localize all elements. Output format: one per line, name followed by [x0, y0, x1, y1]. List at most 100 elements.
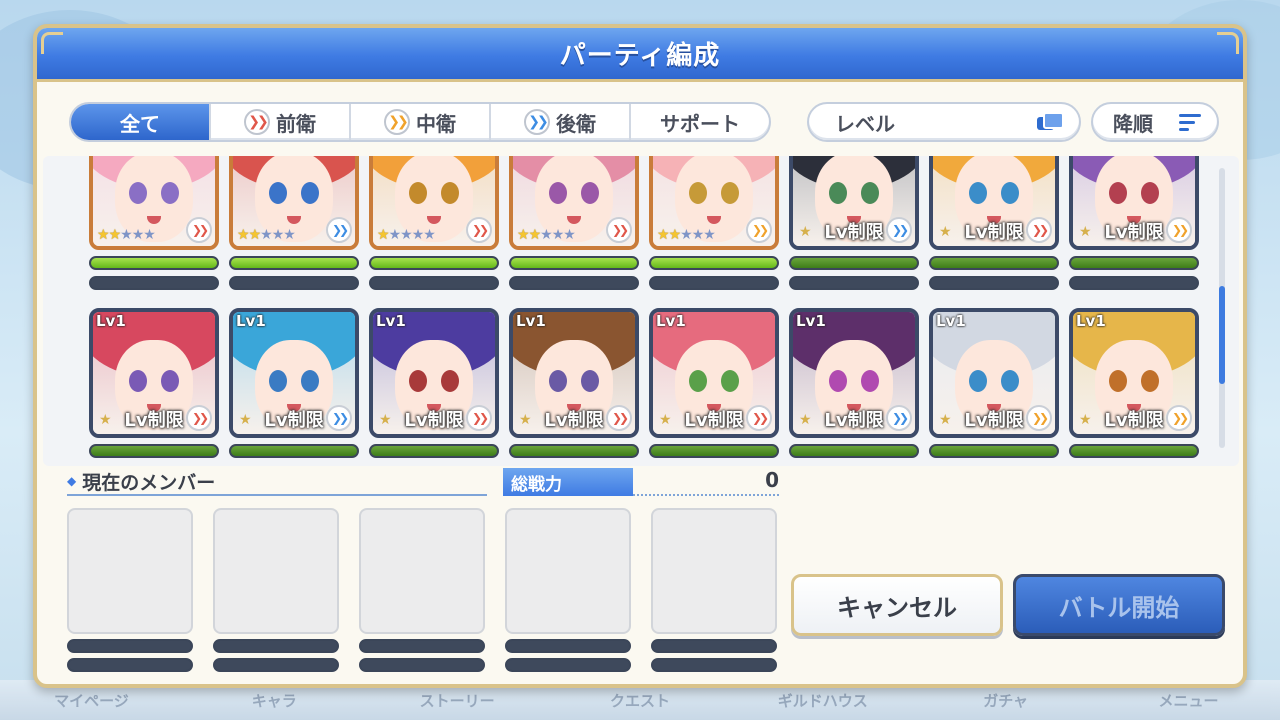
character-card[interactable]: ★★★★★ ❯❯ [369, 156, 499, 290]
ornament-icon [41, 32, 63, 54]
front-role-icon: ❯❯ [466, 217, 492, 243]
star-rating: ★★★★★ [657, 227, 716, 243]
tab-mid[interactable]: ❯❯ 中衛 [351, 104, 491, 140]
level-badge: Lv1 [96, 312, 126, 330]
character-portrait[interactable]: ★★★★★ ❯❯ [649, 156, 779, 250]
mid-role-icon: ❯❯ [1166, 405, 1192, 431]
character-card[interactable]: ★★★★★ ❯❯ [509, 156, 639, 290]
ornament-icon [1217, 32, 1239, 54]
hp-bar [651, 639, 777, 653]
tp-bar [67, 658, 193, 672]
member-slot[interactable] [505, 508, 631, 672]
empty-slot[interactable] [213, 508, 339, 634]
character-card[interactable]: Lv1 ★ Lv制限 ❯❯ [1069, 308, 1199, 458]
star-rating: ★★★★★ [377, 227, 436, 243]
character-card[interactable]: ★ Lv制限 ❯❯ [929, 156, 1059, 290]
tab-support[interactable]: サポート [631, 104, 769, 140]
mid-role-icon: ❯❯ [746, 217, 772, 243]
character-portrait[interactable]: Lv1 ★ Lv制限 ❯❯ [1069, 308, 1199, 438]
front-role-icon: ❯❯ [466, 405, 492, 431]
character-portrait[interactable]: ★★★★★ ❯❯ [369, 156, 499, 250]
character-portrait[interactable]: ★ Lv制限 ❯❯ [789, 156, 919, 250]
character-card[interactable]: Lv1 ★ Lv制限 ❯❯ [369, 308, 499, 458]
hp-bar [359, 639, 485, 653]
character-portrait[interactable]: ★ Lv制限 ❯❯ [929, 156, 1059, 250]
tab-all[interactable]: 全て [71, 104, 211, 140]
sort-order-button[interactable]: 降順 [1091, 102, 1219, 142]
star-rating: ★★★★★ [237, 227, 296, 243]
front-role-icon: ❯❯ [186, 405, 212, 431]
character-portrait[interactable]: Lv1 ★ Lv制限 ❯❯ [369, 308, 499, 438]
character-card[interactable]: ★★★★★ ❯❯ [89, 156, 219, 290]
character-portrait[interactable]: Lv1 ★ Lv制限 ❯❯ [229, 308, 359, 438]
character-portrait[interactable]: ★★★★★ ❯❯ [229, 156, 359, 250]
character-roster[interactable]: ★★★★★ ❯❯ ★★★★★ ❯❯ ★★★★★ ❯❯ ★★★★★ ❯❯ ★★★★★ ❯❯ ★ Lv制限… [43, 156, 1239, 466]
tp-bar [229, 276, 359, 290]
roster-scrollbar[interactable] [1219, 168, 1225, 448]
hp-bar [67, 639, 193, 653]
divider [633, 494, 779, 496]
member-slot[interactable] [651, 508, 777, 672]
tab-label: 後衛 [556, 111, 596, 136]
tp-bar [789, 276, 919, 290]
character-card[interactable]: Lv1 ★ Lv制限 ❯❯ [229, 308, 359, 458]
level-badge: Lv1 [1076, 312, 1106, 330]
character-card[interactable]: Lv1 ★ Lv制限 ❯❯ [929, 308, 1059, 458]
character-portrait[interactable]: ★★★★★ ❯❯ [509, 156, 639, 250]
diamond-icon: ◆ [67, 474, 77, 488]
character-portrait[interactable]: Lv1 ★ Lv制限 ❯❯ [789, 308, 919, 438]
sort-select[interactable]: レベル [807, 102, 1081, 142]
character-portrait[interactable]: Lv1 ★ Lv制限 ❯❯ [509, 308, 639, 438]
character-card[interactable]: ★★★★★ ❯❯ [649, 156, 779, 290]
hp-bar [509, 256, 639, 270]
empty-slot[interactable] [505, 508, 631, 634]
front-role-icon: ❯❯ [606, 405, 632, 431]
character-portrait[interactable]: ★ Lv制限 ❯❯ [1069, 156, 1199, 250]
character-portrait[interactable]: ★★★★★ ❯❯ [89, 156, 219, 250]
dialog-title: パーティ編成 [559, 41, 721, 71]
character-portrait[interactable]: Lv1 ★ Lv制限 ❯❯ [929, 308, 1059, 438]
character-portrait[interactable]: Lv1 ★ Lv制限 ❯❯ [649, 308, 779, 438]
member-slot[interactable] [67, 508, 193, 672]
character-card[interactable]: Lv1 ★ Lv制限 ❯❯ [89, 308, 219, 458]
mid-role-icon: ❯❯ [1166, 217, 1192, 243]
empty-slot[interactable] [651, 508, 777, 634]
character-card[interactable]: Lv1 ★ Lv制限 ❯❯ [789, 308, 919, 458]
tp-bar [509, 276, 639, 290]
level-badge: Lv1 [376, 312, 406, 330]
tp-bar [359, 658, 485, 672]
character-portrait[interactable]: Lv1 ★ Lv制限 ❯❯ [89, 308, 219, 438]
tab-label: サポート [660, 111, 740, 136]
sort-order-icon [1179, 113, 1201, 131]
character-card[interactable]: ★ Lv制限 ❯❯ [1069, 156, 1199, 290]
back-role-icon: ❯❯ [886, 405, 912, 431]
empty-slot[interactable] [359, 508, 485, 634]
party-formation-dialog: パーティ編成 全て ❯❯ 前衛 ❯❯ 中衛 ❯❯ 後衛 サポート レベル 降順 [33, 24, 1247, 688]
tp-bar [1069, 276, 1199, 290]
character-card[interactable]: ★ Lv制限 ❯❯ [789, 156, 919, 290]
cancel-button[interactable]: キャンセル [791, 574, 1003, 636]
level-badge: Lv1 [936, 312, 966, 330]
sort-label: レベル [835, 111, 895, 136]
member-slot[interactable] [359, 508, 485, 672]
start-battle-button[interactable]: バトル開始 [1013, 574, 1225, 636]
tab-front[interactable]: ❯❯ 前衛 [211, 104, 351, 140]
mid-role-icon: ❯❯ [1026, 405, 1052, 431]
empty-slot[interactable] [67, 508, 193, 634]
member-slot[interactable] [213, 508, 339, 672]
star-rating: ★★★★★ [97, 227, 156, 243]
tab-back[interactable]: ❯❯ 後衛 [491, 104, 631, 140]
hp-bar [929, 444, 1059, 458]
back-role-icon: ❯❯ [886, 217, 912, 243]
nav-item: キャラ [251, 691, 297, 710]
front-role-icon: ❯❯ [186, 217, 212, 243]
scroll-thumb[interactable] [1219, 286, 1225, 384]
character-card[interactable]: Lv1 ★ Lv制限 ❯❯ [649, 308, 779, 458]
tab-label: 中衛 [416, 111, 456, 136]
tp-bar [649, 276, 779, 290]
tab-label: 前衛 [276, 111, 316, 136]
character-card[interactable]: Lv1 ★ Lv制限 ❯❯ [509, 308, 639, 458]
tp-bar [929, 276, 1059, 290]
character-card[interactable]: ★★★★★ ❯❯ [229, 156, 359, 290]
back-role-icon: ❯❯ [524, 109, 550, 135]
